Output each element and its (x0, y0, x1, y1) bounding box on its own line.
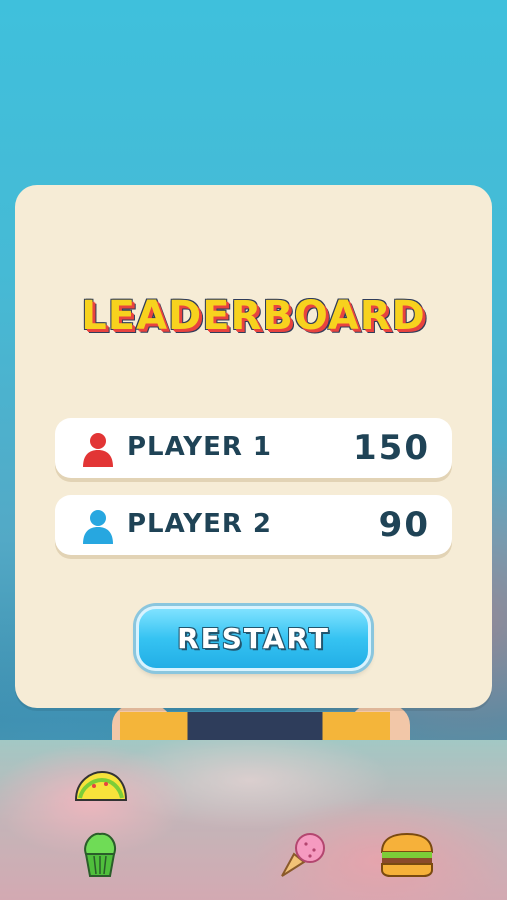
player-2-name: PLAYER 2 (127, 509, 273, 539)
burger-icon (380, 832, 434, 877)
player-row-1: PLAYER 1 150 (55, 418, 452, 478)
restart-button[interactable]: RESTART (136, 606, 371, 671)
player-1-score: 150 (353, 428, 430, 468)
player-row-2: PLAYER 2 90 (55, 495, 452, 555)
leaderboard-title: LEADERBOARD (81, 293, 426, 339)
player-2-score: 90 (378, 505, 430, 545)
ice-cream-icon (281, 833, 325, 877)
player-1-avatar-icon (83, 433, 113, 467)
player-2-avatar-icon (83, 510, 113, 544)
player-1-name: PLAYER 1 (127, 432, 273, 462)
mascot-body (120, 712, 390, 742)
leaderboard-panel: LEADERBOARD PLAYER 1 150 PLAYER 2 90 RES… (15, 185, 492, 708)
cupcake-icon (84, 832, 116, 877)
taco-icon (74, 770, 128, 801)
